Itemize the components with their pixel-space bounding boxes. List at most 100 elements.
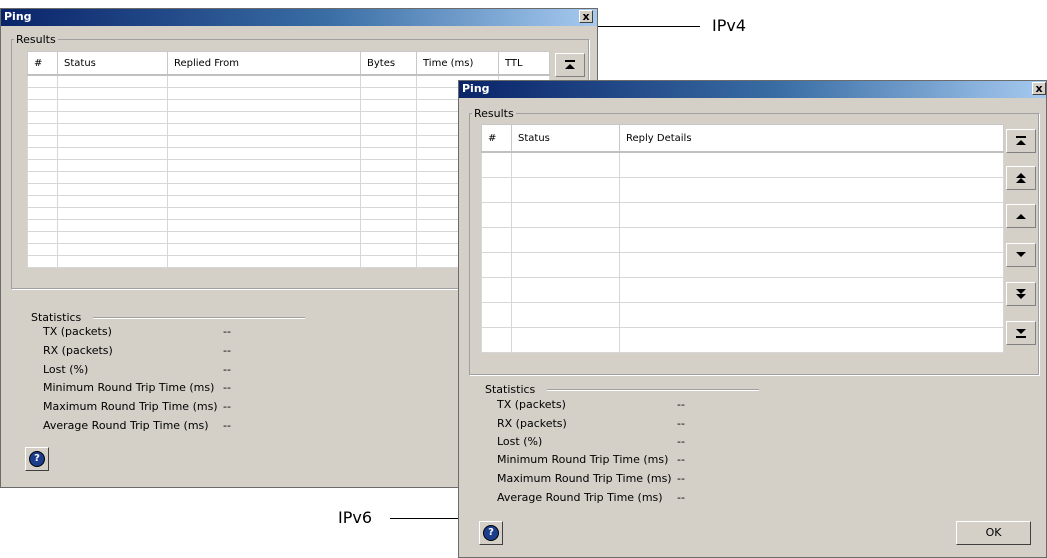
scroll-to-top-icon xyxy=(1016,136,1026,145)
table-row[interactable] xyxy=(481,302,1004,328)
table-cell xyxy=(27,183,58,196)
stat-tx-value: -- xyxy=(223,325,231,338)
stat-max-rtt-label: Maximum Round Trip Time (ms) xyxy=(43,400,218,413)
stat-min-rtt-label: Minimum Round Trip Time (ms) xyxy=(497,453,669,466)
stat-lost-value: -- xyxy=(223,363,231,376)
table-row[interactable] xyxy=(481,327,1004,353)
table-cell xyxy=(619,177,1004,203)
table-cell xyxy=(27,123,58,136)
table-cell xyxy=(511,151,620,178)
table-cell xyxy=(360,147,417,160)
stat-lost-value: -- xyxy=(677,435,685,448)
table-cell xyxy=(167,135,361,148)
stat-min-rtt-value: -- xyxy=(677,453,685,466)
column-header-status[interactable]: Status xyxy=(57,51,168,76)
stat-max-rtt-label: Maximum Round Trip Time (ms) xyxy=(497,472,672,485)
table-cell xyxy=(619,227,1004,253)
table-cell xyxy=(511,177,620,203)
table-cell xyxy=(27,159,58,172)
table-row[interactable] xyxy=(481,227,1004,253)
page-down-button[interactable] xyxy=(1006,282,1036,306)
help-icon: ? xyxy=(29,451,45,467)
close-button[interactable]: x xyxy=(579,10,593,23)
table-cell xyxy=(511,277,620,303)
column-header-status[interactable]: Status xyxy=(511,124,620,153)
table-cell xyxy=(57,111,168,124)
table-cell xyxy=(360,87,417,100)
page-up-icon xyxy=(1016,173,1026,183)
table-cell xyxy=(57,147,168,160)
stat-rx-value: -- xyxy=(223,344,231,357)
table-cell xyxy=(360,159,417,172)
scroll-to-top-button[interactable] xyxy=(555,53,585,77)
table-cell xyxy=(57,183,168,196)
table-cell xyxy=(360,135,417,148)
column-header-reply-details[interactable]: Reply Details xyxy=(619,124,1004,153)
column-header-replied-from[interactable]: Replied From xyxy=(167,51,361,76)
table-row[interactable] xyxy=(481,277,1004,303)
line-up-button[interactable] xyxy=(1006,204,1036,228)
column-header-number[interactable]: # xyxy=(27,51,58,76)
table-cell xyxy=(27,111,58,124)
table-cell xyxy=(27,243,58,256)
ipv6-callout-label: IPv6 xyxy=(338,508,373,527)
results-label: Results xyxy=(474,107,514,120)
column-header-ttl[interactable]: TTL xyxy=(498,51,550,76)
table-cell xyxy=(167,159,361,172)
help-icon: ? xyxy=(483,525,499,541)
table-cell xyxy=(619,277,1004,303)
help-button[interactable]: ? xyxy=(25,447,49,471)
table-cell xyxy=(167,171,361,184)
stat-lost-label: Lost (%) xyxy=(43,363,89,376)
table-cell xyxy=(619,151,1004,178)
table-cell xyxy=(481,202,512,228)
scroll-to-top-button[interactable] xyxy=(1006,129,1036,153)
table-cell xyxy=(27,99,58,112)
table-cell xyxy=(360,255,417,268)
statistics-label: Statistics xyxy=(31,311,82,324)
table-cell xyxy=(57,243,168,256)
table-cell xyxy=(57,171,168,184)
table-cell xyxy=(360,99,417,112)
table-cell xyxy=(167,74,361,88)
scroll-to-bottom-button[interactable] xyxy=(1006,321,1036,345)
table-row[interactable] xyxy=(481,202,1004,228)
stat-avg-rtt-value: -- xyxy=(223,419,231,432)
ipv4-callout-label: IPv4 xyxy=(712,16,747,35)
table-cell xyxy=(27,147,58,160)
column-header-number[interactable]: # xyxy=(481,124,512,153)
table-cell xyxy=(511,327,620,353)
ok-button[interactable]: OK xyxy=(956,521,1031,545)
table-cell xyxy=(57,99,168,112)
page-up-button[interactable] xyxy=(1006,166,1036,190)
title-bar: Ping x xyxy=(459,81,1046,98)
table-row[interactable] xyxy=(481,177,1004,203)
line-down-button[interactable] xyxy=(1006,243,1036,267)
table-row[interactable] xyxy=(481,252,1004,278)
table-cell xyxy=(167,183,361,196)
table-cell xyxy=(360,231,417,244)
table-cell xyxy=(167,207,361,220)
stat-rx-label: RX (packets) xyxy=(43,344,113,357)
window-title: Ping xyxy=(462,82,490,95)
page-down-icon xyxy=(1016,289,1026,299)
table-header-row: # Status Reply Details xyxy=(481,124,1004,153)
table-cell xyxy=(167,195,361,208)
table-cell xyxy=(167,111,361,124)
scroll-to-bottom-icon xyxy=(1016,329,1026,338)
table-cell xyxy=(57,135,168,148)
line-down-icon xyxy=(1016,252,1026,257)
stat-max-rtt-value: -- xyxy=(223,400,231,413)
table-cell xyxy=(167,231,361,244)
stat-tx-label: TX (packets) xyxy=(43,325,112,338)
column-header-time[interactable]: Time (ms) xyxy=(416,51,499,76)
help-button[interactable]: ? xyxy=(479,521,503,545)
column-header-bytes[interactable]: Bytes xyxy=(360,51,417,76)
table-cell xyxy=(167,123,361,136)
close-button[interactable]: x xyxy=(1032,82,1046,95)
table-cell xyxy=(57,219,168,232)
table-cell xyxy=(27,219,58,232)
table-cell xyxy=(57,207,168,220)
table-cell xyxy=(619,252,1004,278)
table-row[interactable] xyxy=(481,151,1004,178)
